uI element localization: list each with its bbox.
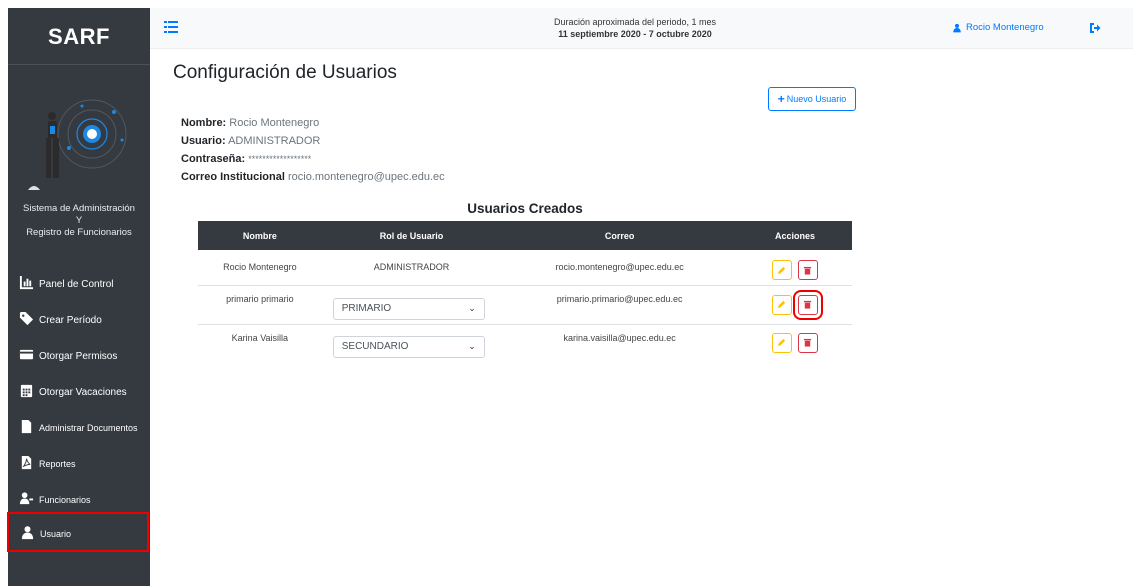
role-select-value: PRIMARIO [341,303,392,314]
id-card-icon [19,349,34,359]
topbar: Duración aproximada del periodo, 1 mes 1… [150,8,1133,49]
role-select[interactable]: SECUNDARIO ⌄ [332,335,485,358]
sidebar-item-crear-periodo[interactable]: Crear Período [8,300,150,336]
chevron-down-icon: ⌄ [468,341,476,352]
cell-role: SECUNDARIO ⌄ [322,324,502,361]
pencil-icon [778,339,786,347]
file-icon [21,419,32,433]
pencil-icon [778,300,786,309]
edit-button[interactable] [771,260,792,281]
info-email-value: rocio.montenegro@upec.edu.ec [287,171,445,183]
info-name-value: Rocio Montenegro [229,117,320,129]
table-row: primario primario PRIMARIO ⌄ primario.pr… [198,285,852,325]
cell-actions [737,285,852,325]
edit-button[interactable] [771,294,792,315]
sidebar-item-funcionarios[interactable]: Funcionarios [8,480,150,516]
cell-name: Karina Vaisilla [231,332,289,343]
sidebar-item-usuario[interactable]: Usuario [7,512,149,552]
column-header-acciones: Acciones [774,230,815,241]
info-user-label: Usuario: [181,135,226,147]
sidebar-item-otorgar-vacaciones[interactable]: Otorgar Vacaciones [8,372,150,408]
sidebar-item-label: Otorgar Permisos [39,350,118,362]
trash-icon [804,300,812,309]
column-header-nombre: Nombre [242,230,277,241]
info-password-label: Contraseña: [181,153,246,165]
info-name: Nombre: Rocio Montenegro [181,117,319,129]
plus-icon: + [777,92,785,106]
illustration-person-orbit-icon [28,99,127,190]
brand-logo[interactable]: SARF [8,24,150,50]
sidebar-item-label: Funcionarios [39,495,91,505]
cell-role: PRIMARIO ⌄ [321,285,502,325]
period-duration: Duración aproximada del periodo, 1 mes [553,17,717,27]
sidebar-item-label: Crear Período [39,314,102,326]
tag-icon [19,311,34,325]
cell-actions [738,324,852,361]
cell-name: primario primario [198,285,322,325]
logout-icon[interactable] [1089,22,1101,34]
system-name: Sistema de Administración Y Registro de … [8,203,150,239]
delete-button[interactable] [797,260,818,281]
chevron-down-icon: ⌄ [468,303,476,313]
user-icon [953,23,961,32]
cell-email: karina.vaisilla@upec.edu.ec [563,332,676,343]
calendar-icon [20,384,33,397]
info-email-label: Correo Institucional [181,171,285,183]
pdf-file-icon [21,455,32,469]
trash-icon [804,266,812,275]
current-user-name: Rocio Montenegro [966,22,1044,33]
table-row: Karina Vaisilla SECUNDARIO ⌄ karina.vais… [198,324,852,361]
current-user-link[interactable]: Rocio Montenegro [952,22,1044,33]
info-password-value: ****************** [248,154,312,164]
sidebar-item-label: Otorgar Vacaciones [39,386,127,398]
info-password: Contraseña: ****************** [181,153,311,165]
new-user-label: Nuevo Usuario [786,94,847,104]
delete-button[interactable] [792,289,823,320]
chart-icon [19,275,34,289]
column-header-correo: Correo [604,230,635,241]
sidebar-item-label: Reportes [39,459,76,469]
cell-role: ADMINISTRADOR [321,250,502,286]
cell-email: rocio.montenegro@upec.edu.ec [501,250,738,286]
role-select-value: SECUNDARIO [341,341,409,353]
menu-list-icon[interactable] [164,21,178,33]
sidebar-item-administrar-documentos[interactable]: Administrar Documentos [8,408,150,444]
edit-button[interactable] [771,332,792,353]
pencil-icon [778,266,786,274]
info-name-label: Nombre: [181,117,227,129]
cell-actions [737,250,852,286]
info-user: Usuario: ADMINISTRADOR [181,135,320,147]
sidebar-item-reportes[interactable]: Reportes [8,444,150,480]
sidebar-item-label: Usuario [40,529,72,539]
system-name-line3: Registro de Funcionarios [26,227,132,238]
info-email: Correo Institucional rocio.montenegro@up… [181,171,445,183]
table-header-row: Nombre Rol de Usuario Correo Acciones [198,221,852,250]
period-dates: 11 septiembre 2020 - 7 octubre 2020 [558,29,712,39]
users-table: Nombre Rol de Usuario Correo Acciones Ro… [198,221,852,361]
sidebar-item-label: Panel de Control [39,278,114,290]
cell-name: Rocio Montenegro [198,250,322,286]
cell-email: primario.primario@upec.edu.ec [501,285,738,325]
users-table-title: Usuarios Creados [467,201,583,216]
users-icon [19,491,34,504]
sidebar: SARF Sistema de Administración Y Registr… [7,8,150,586]
sidebar-item-otorgar-permisos[interactable]: Otorgar Permisos [8,336,150,372]
system-name-line2: Y [75,215,83,226]
new-user-button[interactable]: + Nuevo Usuario [768,87,856,111]
delete-button[interactable] [797,332,818,353]
trash-icon [804,339,812,347]
info-user-value: ADMINISTRADOR [228,135,321,147]
role-select[interactable]: PRIMARIO ⌄ [332,297,485,320]
user-icon [21,525,34,539]
system-name-line1: Sistema de Administración [23,203,135,214]
table-row: Rocio Montenegro ADMINISTRADOR rocio.mon… [198,250,852,286]
sidebar-divider [8,64,150,65]
sidebar-item-panel-control[interactable]: Panel de Control [8,264,150,300]
page-title: Configuración de Usuarios [173,62,397,83]
period-info: Duración aproximada del periodo, 1 mes 1… [450,16,820,40]
column-header-rol: Rol de Usuario [379,230,444,241]
sidebar-item-label: Administrar Documentos [39,423,138,433]
